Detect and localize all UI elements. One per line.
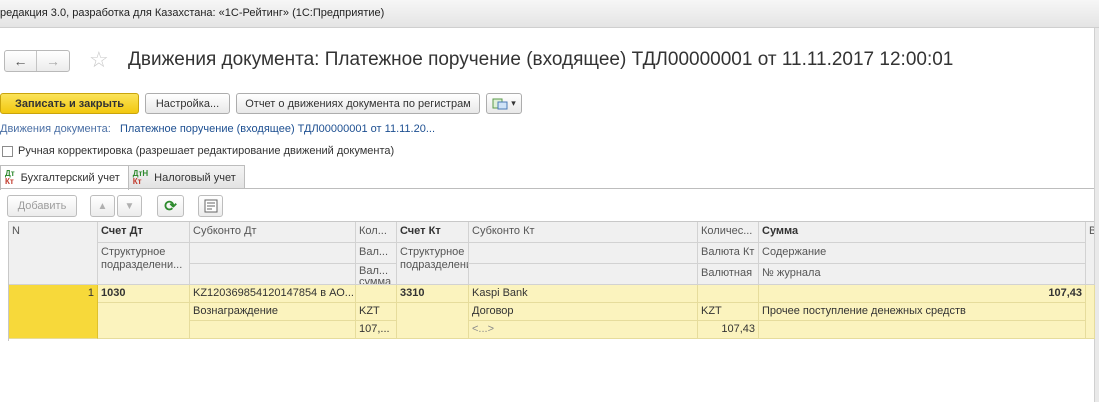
cell-division-dt[interactable]: [98, 303, 190, 339]
back-arrow-icon[interactable]: ←: [5, 51, 38, 71]
header-qty-kt[interactable]: Количес...: [698, 222, 759, 243]
dt-kt-icon: Дт Кт: [5, 169, 15, 186]
output-list-icon: [204, 199, 217, 213]
favorite-star-icon[interactable]: ☆: [89, 47, 109, 73]
document-label: Движения документа:: [0, 123, 111, 135]
cell-content[interactable]: Прочее поступление денежных средств: [759, 303, 1086, 321]
header-subconto-dt-2: [190, 243, 356, 264]
tab-divider: [0, 188, 1094, 189]
forward-arrow-icon[interactable]: →: [37, 51, 69, 71]
cell-extra[interactable]: [1086, 285, 1095, 339]
dropdown-arrow-icon: ▾: [511, 98, 516, 108]
header-subconto-kt[interactable]: Субконто Кт: [469, 222, 698, 243]
header-division-dt[interactable]: Структурное подразделени...: [98, 243, 190, 285]
output-list-button[interactable]: [198, 195, 223, 217]
manual-edit-label: Ручная корректировка (разрешает редактир…: [18, 145, 395, 157]
export-icon: [492, 98, 508, 110]
header-subconto-kt-3: [469, 264, 698, 285]
tab-accounting[interactable]: Дт Кт Бухгалтерский учет: [0, 165, 129, 190]
cell-sum[interactable]: 107,43: [759, 285, 1086, 303]
header-qty-dt[interactable]: Кол...: [356, 222, 397, 243]
cell-currency-kt[interactable]: KZT: [698, 303, 759, 321]
header-subconto-dt[interactable]: Субконто Дт: [190, 222, 356, 243]
header-content[interactable]: Содержание: [759, 243, 1086, 264]
cell-subconto-kt-2[interactable]: Договор: [469, 303, 698, 321]
more-actions-button[interactable]: ▾: [486, 93, 522, 114]
header-sum[interactable]: Сумма: [759, 222, 1086, 243]
add-button[interactable]: Добавить: [7, 195, 77, 217]
header-extra[interactable]: Ви: [1086, 222, 1095, 285]
tab-bar: Дт Кт Бухгалтерский учет ДтН Кт Налоговый …: [0, 165, 245, 190]
cell-division-kt[interactable]: [397, 303, 469, 339]
manual-edit-checkbox[interactable]: [2, 145, 13, 157]
header-currency-dt[interactable]: Вал...: [356, 243, 397, 264]
cell-n[interactable]: 1: [9, 285, 98, 339]
tab-tax-label: Налоговый учет: [154, 171, 236, 184]
manual-edit-row[interactable]: Ручная корректировка (разрешает редактир…: [2, 145, 394, 157]
dt-kt-tax-icon: ДтН Кт: [132, 168, 149, 186]
cell-subconto-dt-2[interactable]: Вознаграждение: [190, 303, 356, 321]
move-down-icon[interactable]: ▼: [117, 195, 142, 217]
document-link-row: Движения документа: Платежное поручение …: [0, 123, 435, 135]
tab-accounting-label: Бухгалтерский учет: [20, 172, 120, 184]
cell-currency-dt[interactable]: KZT: [356, 303, 397, 321]
cell-journal[interactable]: [759, 321, 1086, 339]
cell-qty-dt[interactable]: [356, 285, 397, 303]
settings-button[interactable]: Настройка...: [145, 93, 230, 114]
cell-subconto-dt-3[interactable]: [190, 321, 356, 339]
page-title: Движения документа: Платежное поручение …: [128, 49, 954, 70]
movements-table: N Счет Дт Субконто Дт Кол... Счет Кт Суб…: [8, 221, 1095, 341]
window-titlebar: редакция 3.0, разработка для Казахстана:…: [0, 0, 1099, 28]
header-account-dt[interactable]: Счет Дт: [98, 222, 190, 243]
cell-subconto-kt-1[interactable]: Kaspi Bank: [469, 285, 698, 303]
cell-currency-sum-kt[interactable]: 107,43: [698, 321, 759, 339]
tab-tax[interactable]: ДтН Кт Налоговый учет: [127, 165, 245, 189]
cell-account-dt[interactable]: 1030: [98, 285, 190, 303]
cell-subconto-dt-1[interactable]: KZ120369854120147854 в АО...: [190, 285, 356, 303]
header-currency-sum-dt[interactable]: Вал... сумма: [356, 264, 397, 285]
header-n[interactable]: N: [9, 222, 98, 285]
report-button[interactable]: Отчет о движениях документа по регистрам: [236, 93, 480, 114]
header-subconto-dt-3: [190, 264, 356, 285]
cell-qty-kt[interactable]: [698, 285, 759, 303]
header-subconto-kt-2: [469, 243, 698, 264]
refresh-icon[interactable]: ⟳: [157, 195, 184, 217]
cell-currency-sum-dt[interactable]: 107,...: [356, 321, 397, 339]
document-link[interactable]: Платежное поручение (входящее) ТДЛ000000…: [120, 123, 435, 135]
window-title: редакция 3.0, разработка для Казахстана:…: [0, 7, 385, 19]
scroll-edge: [1094, 28, 1099, 402]
header-currency-sum-kt[interactable]: Валютная: [698, 264, 759, 285]
move-up-icon[interactable]: ▲: [90, 195, 115, 217]
header-account-kt[interactable]: Счет Кт: [397, 222, 469, 243]
cell-account-kt[interactable]: 3310: [397, 285, 469, 303]
cell-subconto-kt-3[interactable]: <...>: [469, 321, 698, 339]
header-currency-kt[interactable]: Валюта Кт: [698, 243, 759, 264]
header-division-kt[interactable]: Структурное подразделени...: [397, 243, 469, 285]
header-journal[interactable]: № журнала: [759, 264, 1086, 285]
save-and-close-button[interactable]: Записать и закрыть: [0, 93, 139, 114]
navigation-buttons: ← →: [4, 50, 70, 72]
